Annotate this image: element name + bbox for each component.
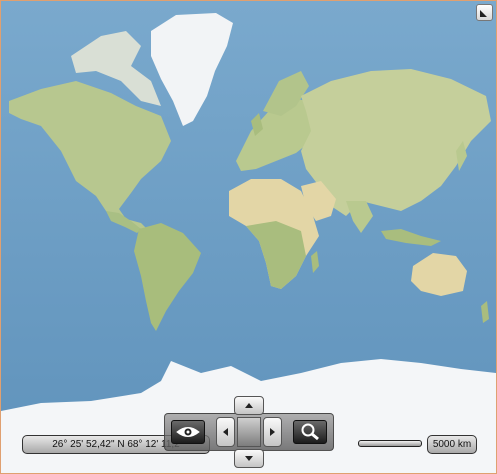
map-mode-icon	[480, 10, 487, 17]
zoom-button[interactable]	[293, 420, 327, 444]
map-mode-button[interactable]	[476, 4, 493, 21]
world-map[interactable]: 26° 25' 52,42" N 68° 12' 11,2 5000 km	[0, 0, 497, 474]
pan-left-button[interactable]	[216, 417, 235, 447]
scale-label: 5000 km	[427, 435, 477, 454]
pan-center-button[interactable]	[237, 417, 261, 447]
arrow-right-icon	[270, 428, 275, 436]
pan-down-button[interactable]	[234, 449, 264, 468]
coordinates-text: 26° 25' 52,42" N 68° 12' 11,2	[52, 439, 180, 450]
arrow-down-icon	[245, 456, 253, 461]
pan-up-button[interactable]	[234, 396, 264, 415]
scale-bar	[358, 440, 422, 447]
eye-icon	[176, 427, 200, 437]
pan-right-button[interactable]	[263, 417, 282, 447]
view-mode-button[interactable]	[171, 420, 205, 444]
arrow-up-icon	[245, 403, 253, 408]
arrow-left-icon	[223, 428, 228, 436]
magnifier-icon	[301, 423, 319, 441]
